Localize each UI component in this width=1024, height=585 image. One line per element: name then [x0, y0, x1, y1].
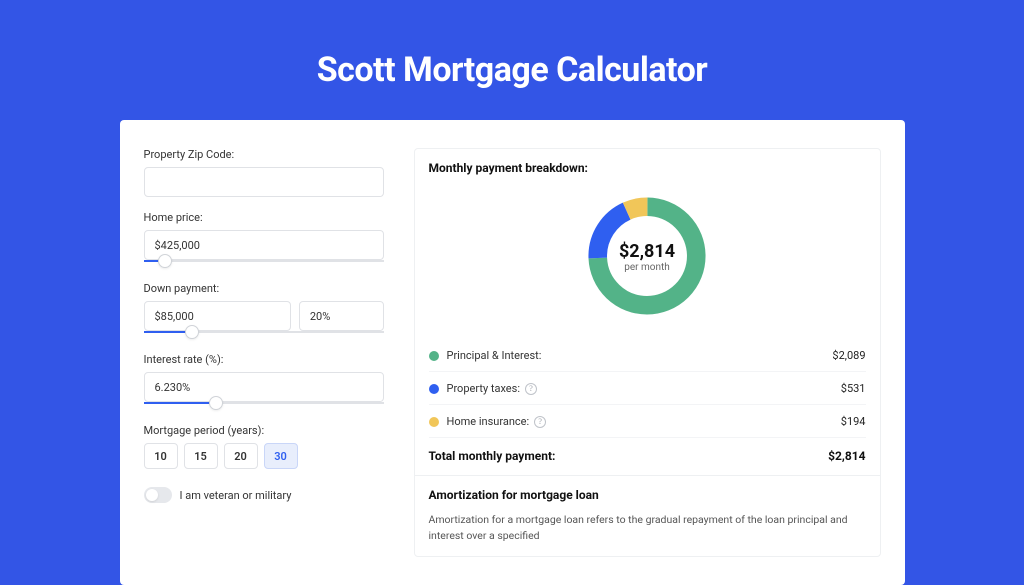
- home-price-label: Home price:: [144, 211, 384, 224]
- down-payment-input[interactable]: [144, 301, 291, 331]
- veteran-row: I am veteran or military: [144, 487, 384, 503]
- down-payment-pct-input[interactable]: [299, 301, 384, 331]
- slider-thumb[interactable]: [158, 254, 172, 268]
- total-value: $2,814: [828, 449, 865, 463]
- down-payment-slider[interactable]: [144, 331, 384, 339]
- info-icon[interactable]: ?: [534, 416, 546, 428]
- legend-principal: Principal & Interest: $2,089: [429, 339, 866, 372]
- interest-input[interactable]: [144, 372, 384, 402]
- zip-group: Property Zip Code:: [144, 148, 384, 197]
- legend-label: Property taxes: ?: [447, 382, 841, 395]
- veteran-label: I am veteran or military: [180, 489, 292, 502]
- home-price-group: Home price:: [144, 211, 384, 268]
- period-10[interactable]: 10: [144, 443, 178, 469]
- amortization-section: Amortization for mortgage loan Amortizat…: [415, 476, 880, 556]
- period-options: 10 15 20 30: [144, 443, 384, 469]
- total-row: Total monthly payment: $2,814: [429, 438, 866, 465]
- legend-taxes: Property taxes: ? $531: [429, 372, 866, 405]
- down-payment-group: Down payment:: [144, 282, 384, 339]
- breakdown-title: Monthly payment breakdown:: [429, 161, 866, 175]
- amortization-text: Amortization for a mortgage loan refers …: [429, 512, 866, 544]
- down-payment-label: Down payment:: [144, 282, 384, 295]
- dot-icon: [429, 417, 439, 427]
- amortization-title: Amortization for mortgage loan: [429, 488, 866, 502]
- donut-center: $2,814 per month: [619, 241, 675, 273]
- breakdown-column: Monthly payment breakdown: $2,814 per mo…: [414, 148, 881, 557]
- dot-icon: [429, 351, 439, 361]
- period-20[interactable]: 20: [224, 443, 258, 469]
- legend-value: $2,089: [832, 349, 865, 362]
- donut-sub: per month: [619, 262, 675, 273]
- period-label: Mortgage period (years):: [144, 424, 384, 437]
- period-group: Mortgage period (years): 10 15 20 30: [144, 424, 384, 469]
- legend-insurance: Home insurance: ? $194: [429, 405, 866, 438]
- page-title: Scott Mortgage Calculator: [0, 50, 1024, 90]
- interest-slider[interactable]: [144, 402, 384, 410]
- zip-label: Property Zip Code:: [144, 148, 384, 161]
- interest-label: Interest rate (%):: [144, 353, 384, 366]
- legend-value: $531: [841, 382, 866, 395]
- page-root: Scott Mortgage Calculator Property Zip C…: [0, 0, 1024, 585]
- info-icon[interactable]: ?: [525, 383, 537, 395]
- breakdown-section: Monthly payment breakdown: $2,814 per mo…: [415, 149, 880, 476]
- dot-icon: [429, 384, 439, 394]
- donut-amount: $2,814: [619, 241, 675, 262]
- zip-input[interactable]: [144, 167, 384, 197]
- legend-label: Principal & Interest:: [447, 349, 833, 362]
- period-15[interactable]: 15: [184, 443, 218, 469]
- veteran-toggle[interactable]: [144, 487, 172, 503]
- home-price-slider[interactable]: [144, 260, 384, 268]
- calculator-panel: Property Zip Code: Home price: Down paym…: [120, 120, 905, 585]
- donut-chart-wrap: $2,814 per month: [429, 175, 866, 339]
- home-price-input[interactable]: [144, 230, 384, 260]
- period-30[interactable]: 30: [264, 443, 298, 469]
- legend-label: Home insurance: ?: [447, 415, 841, 428]
- slider-thumb[interactable]: [185, 325, 199, 339]
- interest-group: Interest rate (%):: [144, 353, 384, 410]
- slider-thumb[interactable]: [209, 396, 223, 410]
- total-label: Total monthly payment:: [429, 449, 829, 463]
- form-column: Property Zip Code: Home price: Down paym…: [144, 148, 384, 557]
- legend-value: $194: [841, 415, 866, 428]
